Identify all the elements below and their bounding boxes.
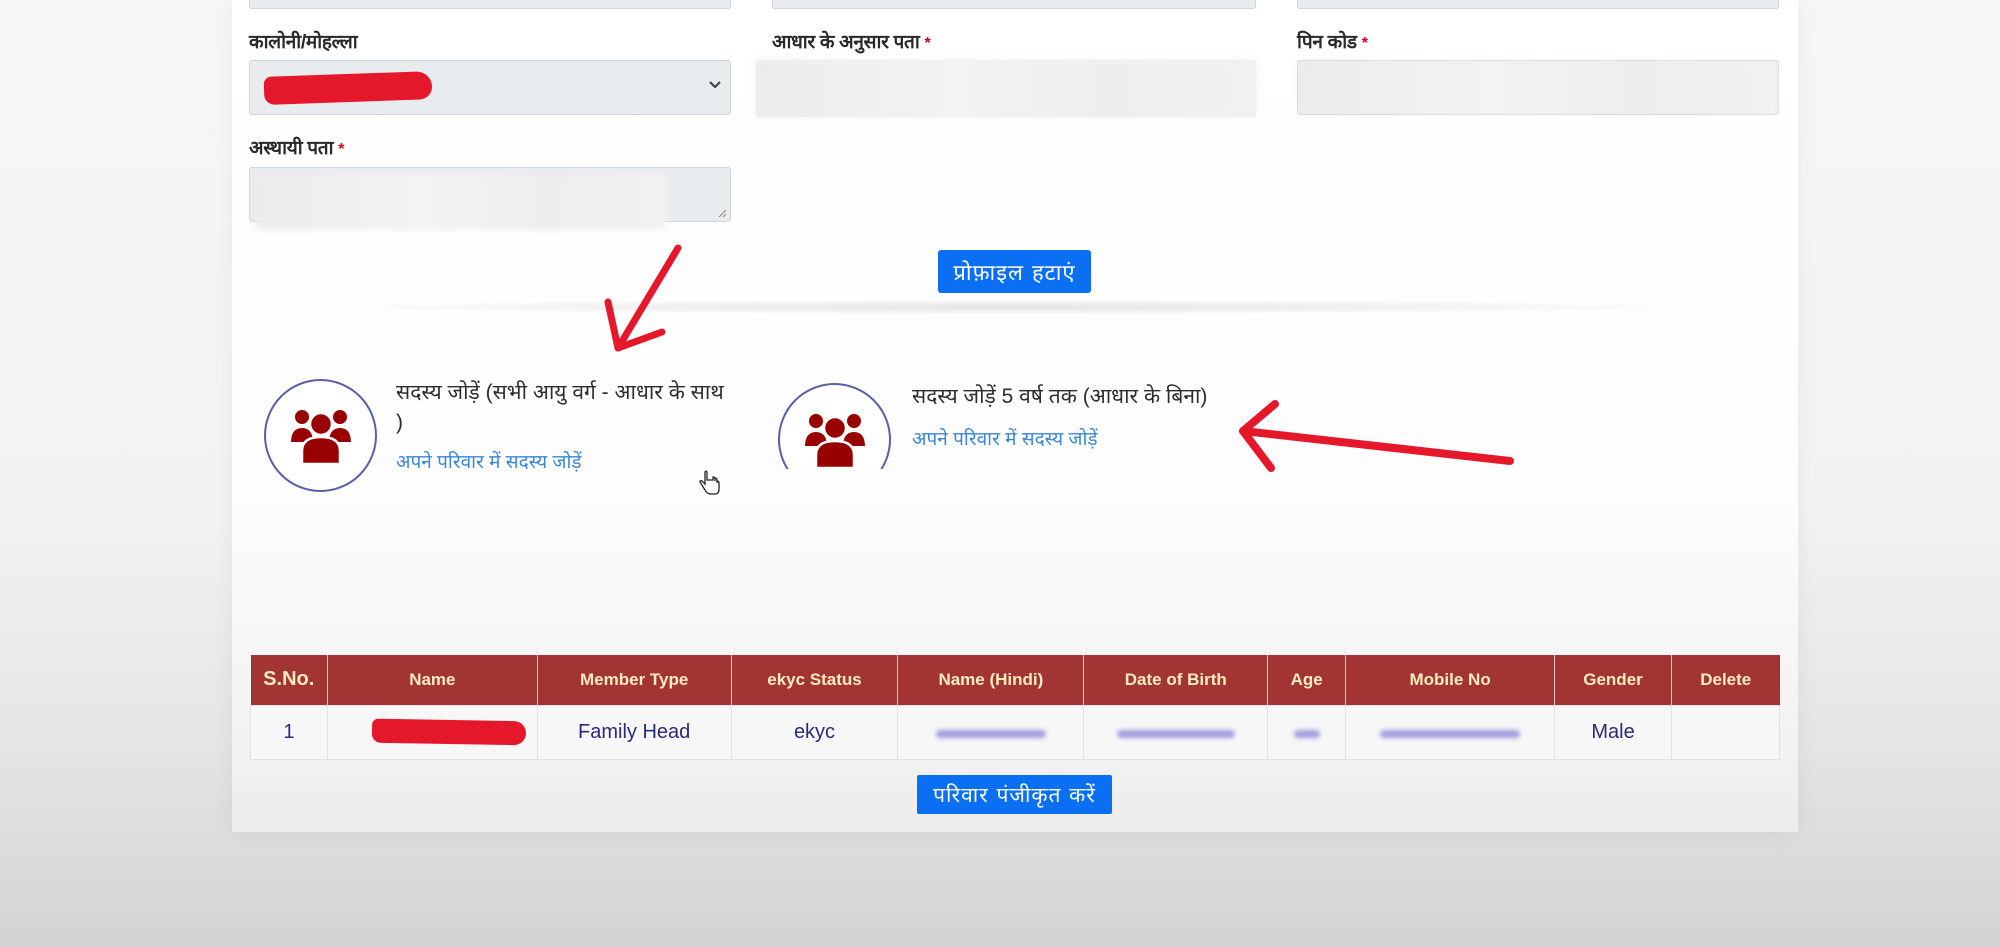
header-sno: S.No. [250, 655, 328, 705]
annotation-arrow-down [604, 244, 682, 352]
cell-delete[interactable] [1670, 704, 1781, 760]
blurred-value [1293, 729, 1320, 738]
aadhaar-address-label-text: आधार के अनुसार पता [772, 32, 920, 53]
pincode-label-text: पिन कोड [1297, 32, 1357, 53]
card-2-icon-clip [778, 383, 893, 469]
cell-age [1267, 704, 1347, 760]
blurred-value [756, 60, 1256, 117]
resize-handle-icon[interactable] [717, 208, 727, 218]
card-2-link[interactable]: अपने परिवार में सदस्य जोड़ें [912, 425, 1098, 451]
users-group-icon [803, 411, 866, 469]
temp-address-label: अस्थायी पता * [249, 134, 345, 160]
cell-dob [1083, 704, 1269, 760]
chevron-down-icon [709, 81, 721, 89]
colony-label: कालोनी/मोहल्ला [249, 28, 358, 54]
aadhaar-address-field[interactable] [756, 60, 1256, 117]
top-field-left[interactable] [249, 0, 731, 9]
card-1-icon-circle[interactable] [264, 379, 377, 492]
cell-name-hindi [897, 704, 1085, 760]
annotation-arrow-left [1239, 400, 1514, 472]
blurred-value [1380, 729, 1521, 738]
header-delete: Delete [1671, 655, 1780, 705]
cell-mobile [1345, 704, 1556, 760]
hand-cursor-icon [699, 470, 720, 495]
register-family-button[interactable]: परिवार पंजीकृत करें [917, 775, 1112, 814]
cell-name [326, 704, 538, 760]
blurred-value [1298, 61, 1778, 114]
blurred-value [1116, 729, 1235, 738]
header-ekyc-status: ekyc Status [731, 655, 899, 705]
header-dob: Date of Birth [1083, 655, 1269, 705]
temp-address-textarea[interactable] [249, 167, 731, 230]
temp-address-label-text: अस्थायी पता [249, 138, 334, 159]
top-field-middle[interactable] [772, 0, 1256, 9]
redaction-mark [371, 718, 527, 745]
blurred-value [935, 729, 1046, 738]
colony-label-text: कालोनी/मोहल्ला [249, 32, 358, 53]
card-1-title: सदस्य जोड़ें (सभी आयु वर्ग - आधार के साथ… [396, 381, 724, 434]
redaction-mark [263, 71, 433, 105]
header-name: Name [327, 655, 538, 705]
pincode-label: पिन कोड * [1297, 28, 1368, 54]
users-group-icon [289, 407, 352, 465]
members-table: S.No. Name Member Type ekyc Status Name … [250, 655, 1781, 760]
cell-ekyc-status: ekyc [730, 704, 899, 760]
header-mobile: Mobile No [1345, 655, 1556, 705]
card-2-icon-circle[interactable] [778, 383, 891, 469]
header-name-hindi: Name (Hindi) [897, 655, 1085, 705]
aadhaar-address-label: आधार के अनुसार पता * [772, 28, 931, 54]
top-field-right[interactable] [1297, 0, 1779, 9]
header-age: Age [1267, 655, 1347, 705]
pincode-field[interactable] [1297, 60, 1779, 115]
cell-gender: Male [1554, 704, 1672, 760]
required-mark: * [924, 35, 931, 52]
header-member-type: Member Type [537, 655, 732, 705]
blurred-value [256, 174, 666, 230]
colony-select[interactable] [249, 60, 731, 115]
header-gender: Gender [1554, 655, 1672, 705]
table-row: 1 Family Head ekyc Male [250, 704, 1781, 760]
required-mark: * [1361, 35, 1368, 52]
required-mark: * [338, 141, 345, 158]
table-header-row: S.No. Name Member Type ekyc Status Name … [250, 655, 1780, 705]
cell-sno: 1 [250, 704, 328, 760]
card-1-link[interactable]: अपने परिवार में सदस्य जोड़ें [396, 448, 582, 474]
cell-member-type: Family Head [536, 704, 732, 760]
remove-profile-button[interactable]: प्रोफ़ाइल हटाएं [938, 250, 1091, 293]
section-divider [360, 300, 1660, 314]
